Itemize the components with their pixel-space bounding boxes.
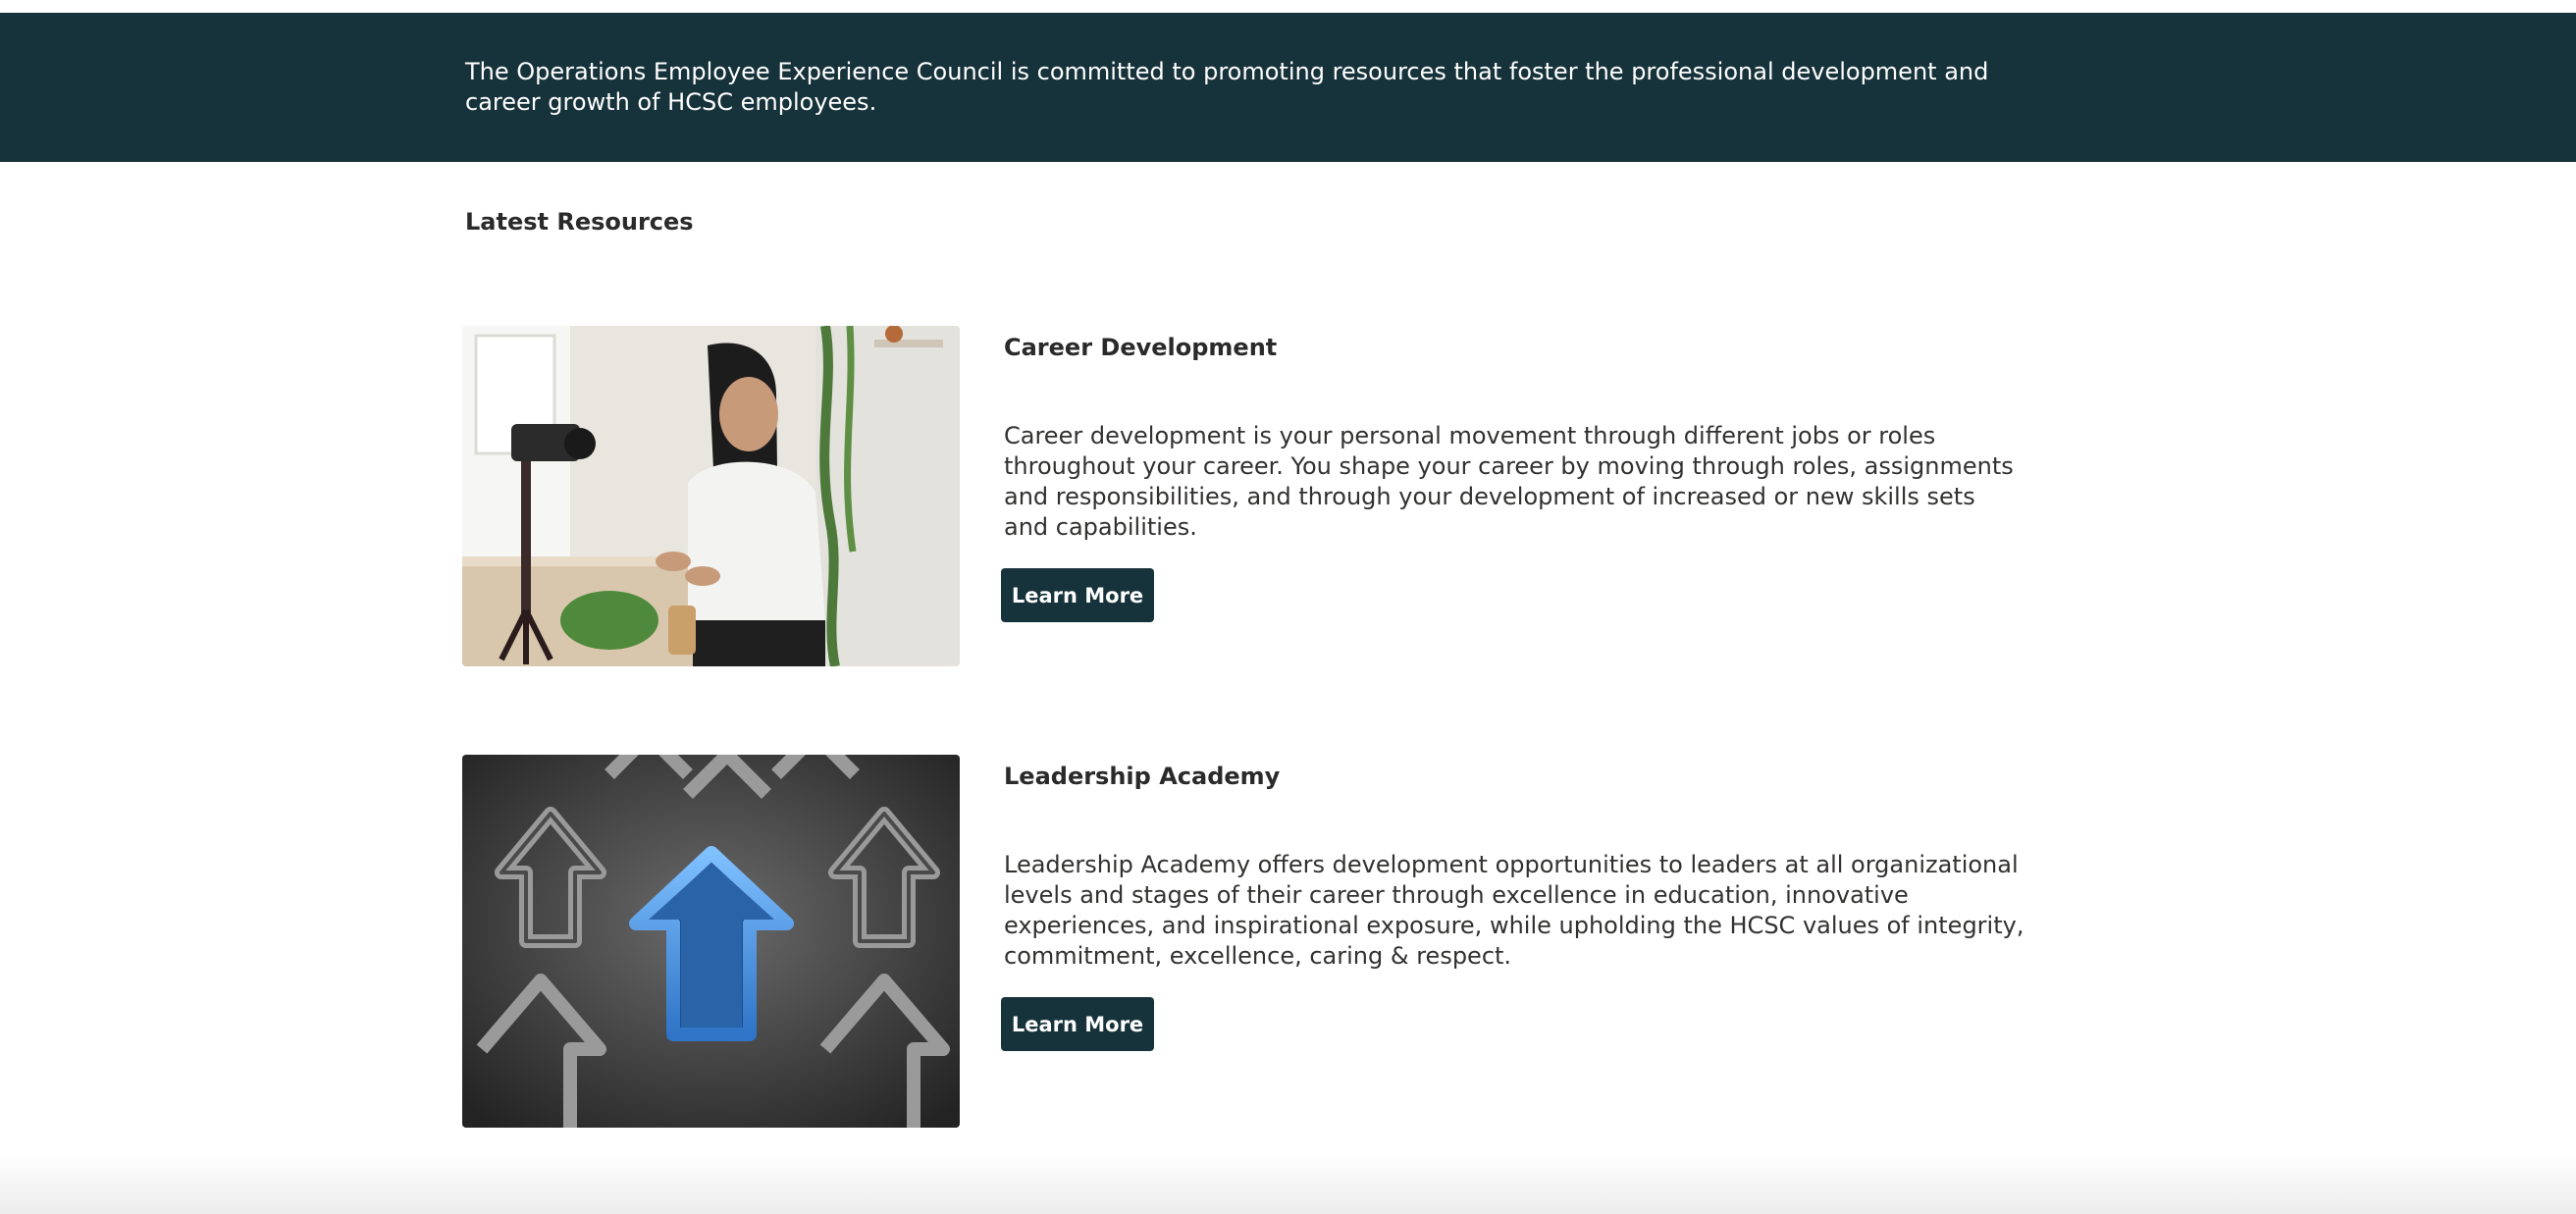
card-title: Career Development [1004, 334, 1278, 361]
hero-banner: The Operations Employee Experience Counc… [0, 13, 2576, 162]
card-title: Leadership Academy [1004, 763, 1281, 790]
learn-more-button[interactable]: Learn More [1001, 568, 1154, 622]
resource-card-career-development: Career Development Career development is… [462, 326, 2032, 667]
section-title: Latest Resources [465, 208, 694, 236]
leadership-academy-image [462, 755, 960, 1128]
top-strip [0, 0, 2576, 13]
footer-fade [0, 1153, 2576, 1214]
banner-text: The Operations Employee Experience Counc… [465, 58, 1989, 116]
career-development-image [462, 326, 960, 666]
card-description: Career development is your personal move… [1004, 422, 2014, 541]
card-description: Leadership Academy offers development op… [1004, 851, 2024, 970]
learn-more-button[interactable]: Learn More [1001, 997, 1154, 1051]
resource-card-leadership-academy: Leadership Academy Leadership Academy of… [462, 755, 2032, 1129]
